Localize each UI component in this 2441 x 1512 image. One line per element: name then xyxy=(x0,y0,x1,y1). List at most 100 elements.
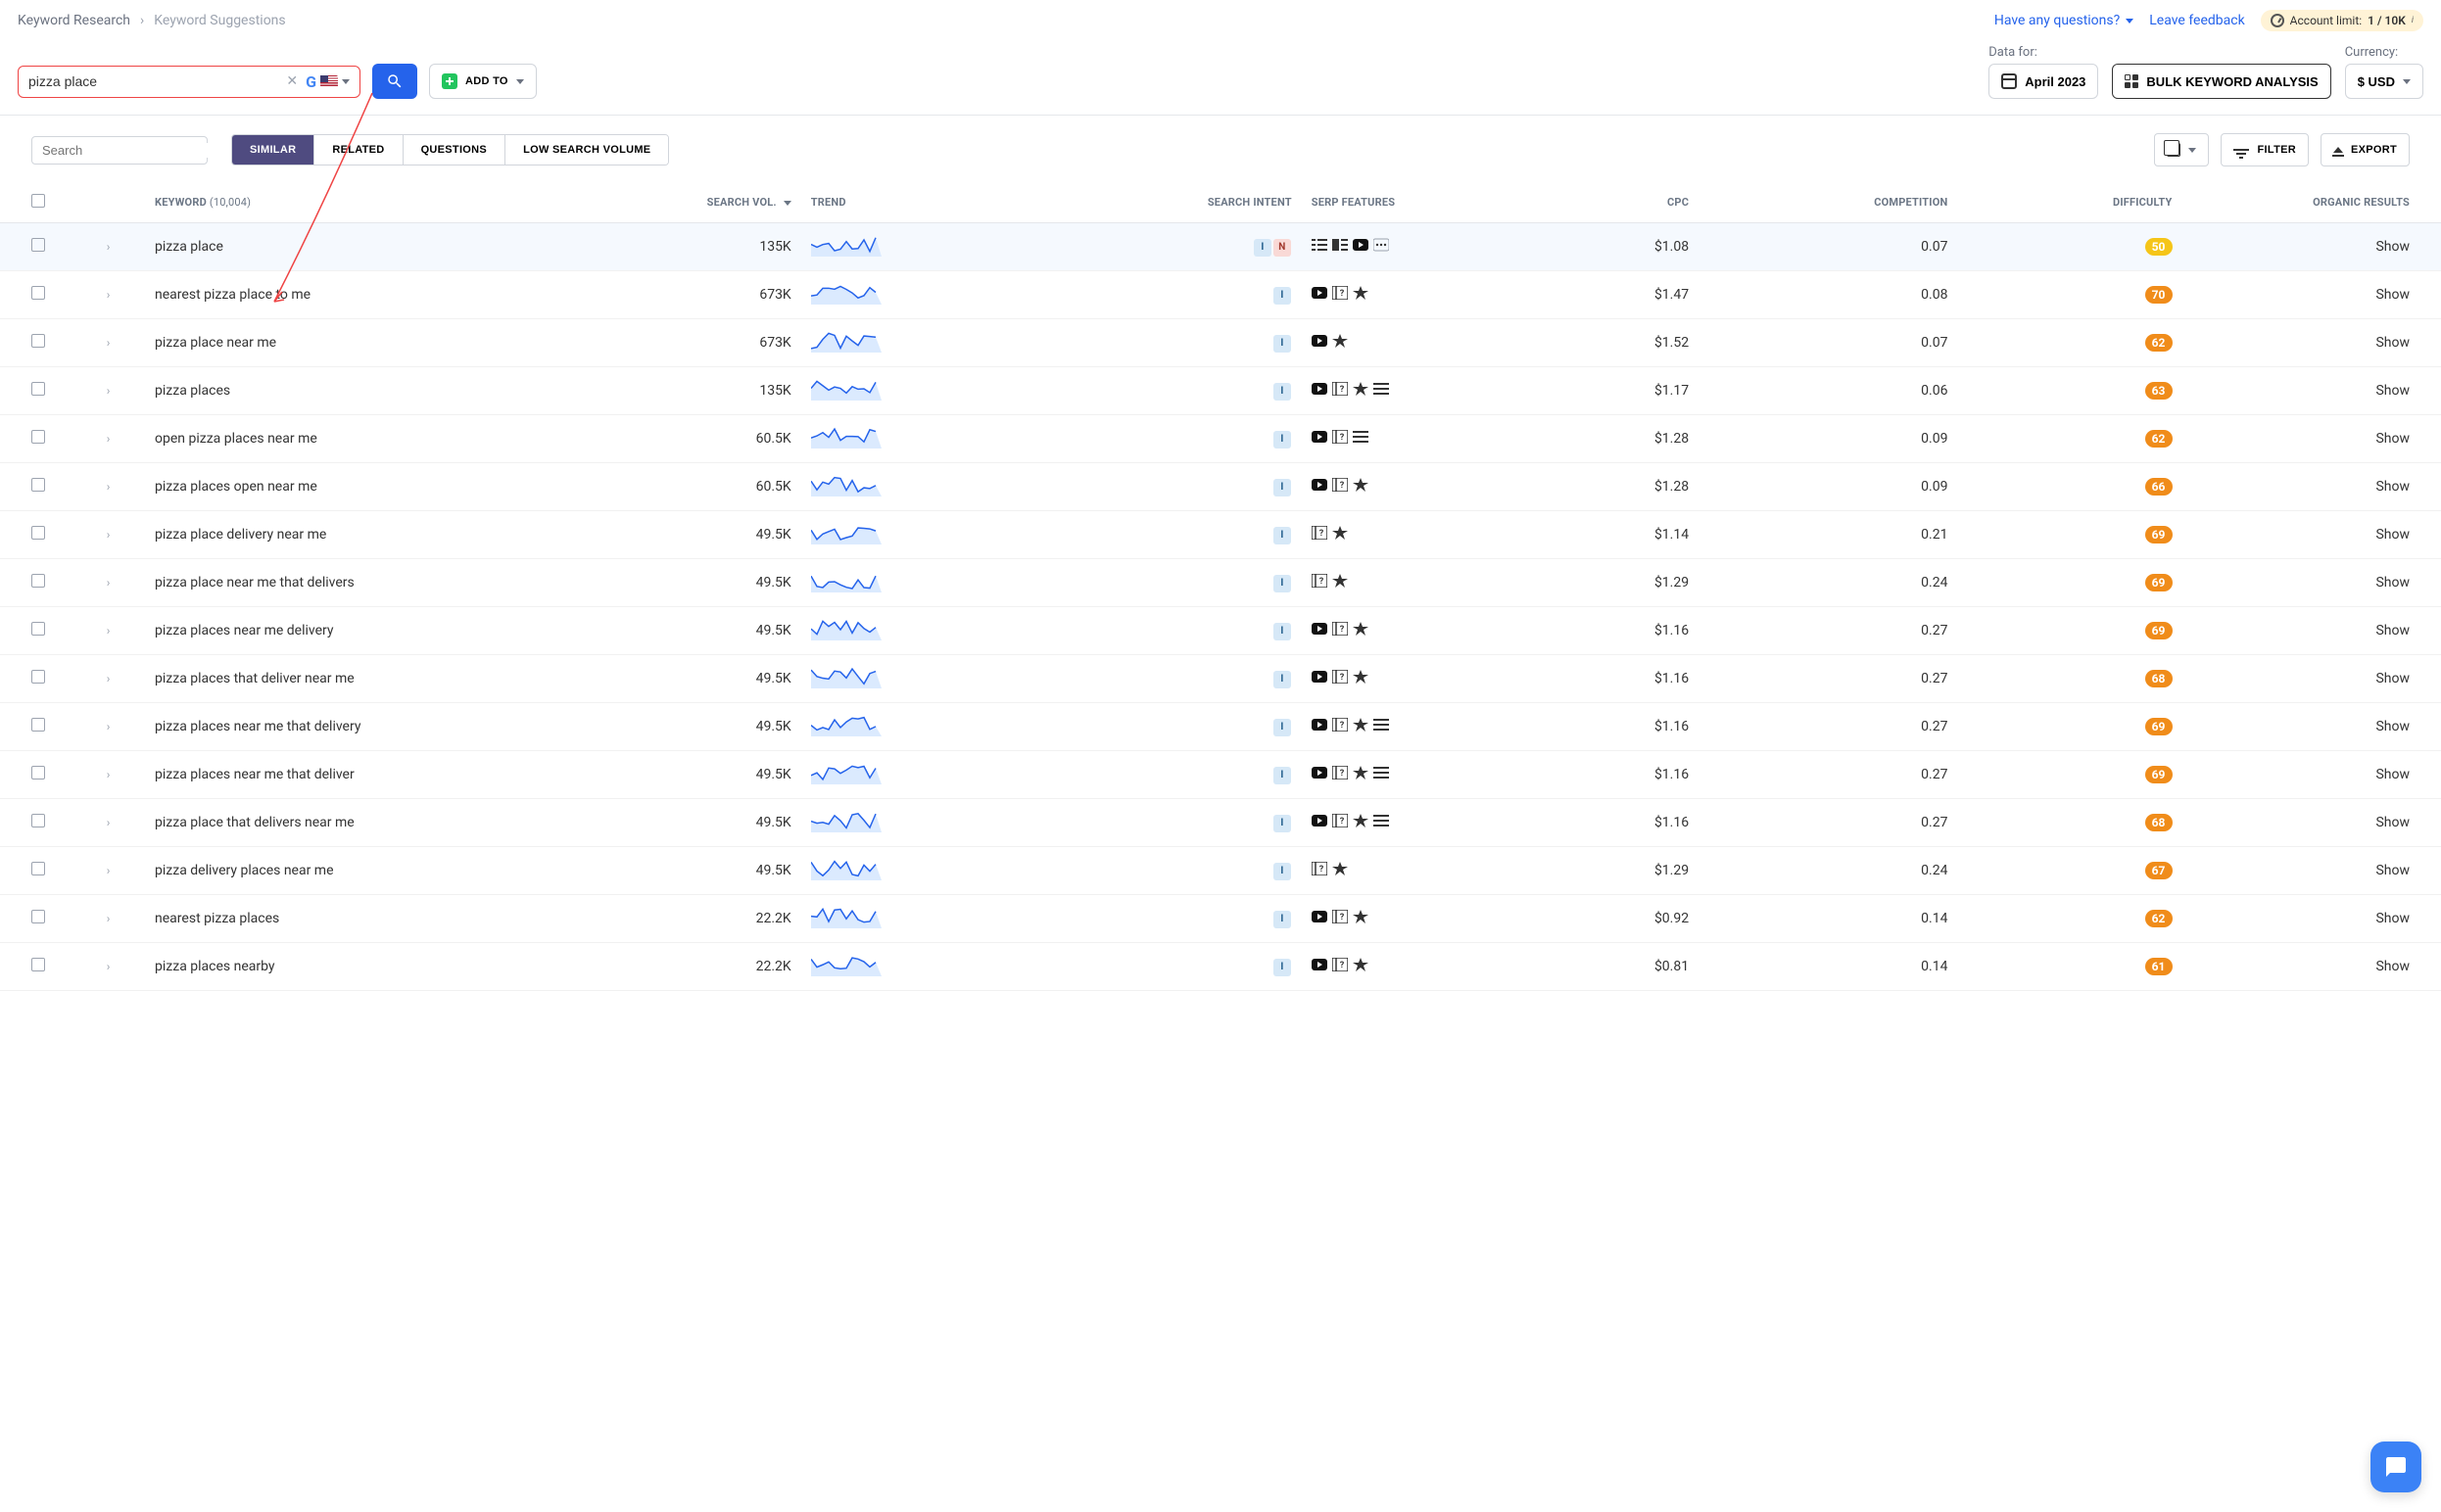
keyword-link[interactable]: pizza places near me that delivery xyxy=(155,719,360,734)
show-results-link[interactable]: Show xyxy=(2375,335,2410,351)
keyword-link[interactable]: nearest pizza places xyxy=(155,911,279,926)
expand-chevron-icon[interactable]: › xyxy=(107,960,111,973)
row-checkbox[interactable] xyxy=(31,334,45,348)
expand-chevron-icon[interactable]: › xyxy=(107,816,111,829)
expand-chevron-icon[interactable]: › xyxy=(107,672,111,685)
expand-chevron-icon[interactable]: › xyxy=(107,432,111,446)
table-search-input[interactable] xyxy=(42,143,215,158)
keyword-link[interactable]: pizza place that delivers near me xyxy=(155,815,355,830)
expand-chevron-icon[interactable]: › xyxy=(107,864,111,877)
add-to-button[interactable]: ADD TO xyxy=(429,64,537,99)
keyword-link[interactable]: pizza place near me xyxy=(155,335,276,351)
keyword-link[interactable]: pizza places nearby xyxy=(155,959,275,974)
bulk-analysis-button[interactable]: BULK KEYWORD ANALYSIS xyxy=(2112,64,2330,99)
row-checkbox[interactable] xyxy=(31,670,45,684)
chat-button[interactable] xyxy=(2370,1441,2421,1492)
filter-button[interactable]: FILTER xyxy=(2221,133,2308,166)
row-checkbox[interactable] xyxy=(31,478,45,492)
table-search[interactable] xyxy=(31,136,208,165)
keyword-link[interactable]: pizza places xyxy=(155,383,230,399)
show-results-link[interactable]: Show xyxy=(2375,287,2410,303)
account-limit-badge[interactable]: Account limit: 1 / 10K i xyxy=(2261,10,2423,31)
show-results-link[interactable]: Show xyxy=(2375,527,2410,543)
expand-chevron-icon[interactable]: › xyxy=(107,240,111,254)
expand-chevron-icon[interactable]: › xyxy=(107,768,111,781)
keyword-link[interactable]: pizza place near me that delivers xyxy=(155,575,355,591)
breadcrumb-root[interactable]: Keyword Research xyxy=(18,13,130,28)
keyword-link[interactable]: pizza delivery places near me xyxy=(155,863,333,878)
row-checkbox[interactable] xyxy=(31,718,45,732)
serp-faq-icon xyxy=(1312,862,1327,875)
show-results-link[interactable]: Show xyxy=(2375,671,2410,686)
clear-icon[interactable]: ✕ xyxy=(286,73,298,89)
show-results-link[interactable]: Show xyxy=(2375,431,2410,447)
export-button[interactable]: EXPORT xyxy=(2321,133,2410,166)
expand-chevron-icon[interactable]: › xyxy=(107,576,111,590)
row-checkbox[interactable] xyxy=(31,958,45,971)
show-results-link[interactable]: Show xyxy=(2375,719,2410,734)
date-button[interactable]: April 2023 xyxy=(1988,64,2098,99)
caret-down-icon[interactable] xyxy=(342,79,350,84)
expand-chevron-icon[interactable]: › xyxy=(107,720,111,733)
col-trend[interactable]: TREND xyxy=(801,182,1043,223)
row-checkbox[interactable] xyxy=(31,574,45,588)
tab-low-volume[interactable]: LOW SEARCH VOLUME xyxy=(505,135,668,165)
show-results-link[interactable]: Show xyxy=(2375,815,2410,830)
col-search-vol[interactable]: SEARCH VOL. xyxy=(577,182,801,223)
keyword-link[interactable]: pizza places near me delivery xyxy=(155,623,333,638)
show-results-link[interactable]: Show xyxy=(2375,959,2410,974)
col-organic[interactable]: ORGANIC RESULTS xyxy=(2182,182,2441,223)
expand-chevron-icon[interactable]: › xyxy=(107,912,111,925)
show-results-link[interactable]: Show xyxy=(2375,767,2410,782)
row-checkbox[interactable] xyxy=(31,814,45,827)
keyword-link[interactable]: pizza places that deliver near me xyxy=(155,671,355,686)
show-results-link[interactable]: Show xyxy=(2375,239,2410,255)
currency-button[interactable]: $ USD xyxy=(2345,64,2423,99)
row-checkbox[interactable] xyxy=(31,622,45,636)
row-checkbox[interactable] xyxy=(31,286,45,300)
row-checkbox[interactable] xyxy=(31,430,45,444)
row-checkbox[interactable] xyxy=(31,862,45,875)
keyword-link[interactable]: pizza place xyxy=(155,239,223,255)
col-serp[interactable]: SERP FEATURES xyxy=(1302,182,1526,223)
keyword-link[interactable]: nearest pizza place to me xyxy=(155,287,311,303)
keyword-link[interactable]: pizza place delivery near me xyxy=(155,527,326,543)
feedback-link[interactable]: Leave feedback xyxy=(2149,13,2244,28)
show-results-link[interactable]: Show xyxy=(2375,479,2410,495)
show-results-link[interactable]: Show xyxy=(2375,575,2410,591)
row-checkbox[interactable] xyxy=(31,382,45,396)
keyword-link[interactable]: open pizza places near me xyxy=(155,431,317,447)
col-difficulty[interactable]: DIFFICULTY xyxy=(1957,182,2181,223)
tab-related[interactable]: RELATED xyxy=(314,135,403,165)
expand-chevron-icon[interactable]: › xyxy=(107,480,111,494)
keyword-input[interactable] xyxy=(28,73,278,89)
tab-similar[interactable]: SIMILAR xyxy=(232,135,314,165)
col-cpc[interactable]: CPC xyxy=(1526,182,1699,223)
keyword-link[interactable]: pizza places open near me xyxy=(155,479,317,495)
expand-chevron-icon[interactable]: › xyxy=(107,528,111,542)
keyword-search[interactable]: ✕ G xyxy=(18,66,360,98)
search-button[interactable] xyxy=(372,64,417,99)
expand-chevron-icon[interactable]: › xyxy=(107,336,111,350)
row-checkbox[interactable] xyxy=(31,526,45,540)
row-checkbox[interactable] xyxy=(31,910,45,923)
col-intent[interactable]: SEARCH INTENT xyxy=(1042,182,1301,223)
show-results-link[interactable]: Show xyxy=(2375,383,2410,399)
col-competition[interactable]: COMPETITION xyxy=(1699,182,1957,223)
intent-I-badge: I xyxy=(1273,287,1291,305)
show-results-link[interactable]: Show xyxy=(2375,623,2410,638)
expand-chevron-icon[interactable]: › xyxy=(107,288,111,302)
row-checkbox[interactable] xyxy=(31,766,45,780)
expand-chevron-icon[interactable]: › xyxy=(107,624,111,638)
expand-chevron-icon[interactable]: › xyxy=(107,384,111,398)
tab-questions[interactable]: QUESTIONS xyxy=(404,135,506,165)
keyword-link[interactable]: pizza places near me that deliver xyxy=(155,767,355,782)
col-keyword[interactable]: KEYWORD (10,004) xyxy=(145,182,577,223)
copy-button[interactable] xyxy=(2154,133,2209,166)
show-results-link[interactable]: Show xyxy=(2375,863,2410,878)
questions-link[interactable]: Have any questions? xyxy=(1994,13,2133,28)
show-results-link[interactable]: Show xyxy=(2375,911,2410,926)
select-all-checkbox[interactable] xyxy=(31,194,45,208)
intent-I-badge: I xyxy=(1273,815,1291,832)
row-checkbox[interactable] xyxy=(31,238,45,252)
